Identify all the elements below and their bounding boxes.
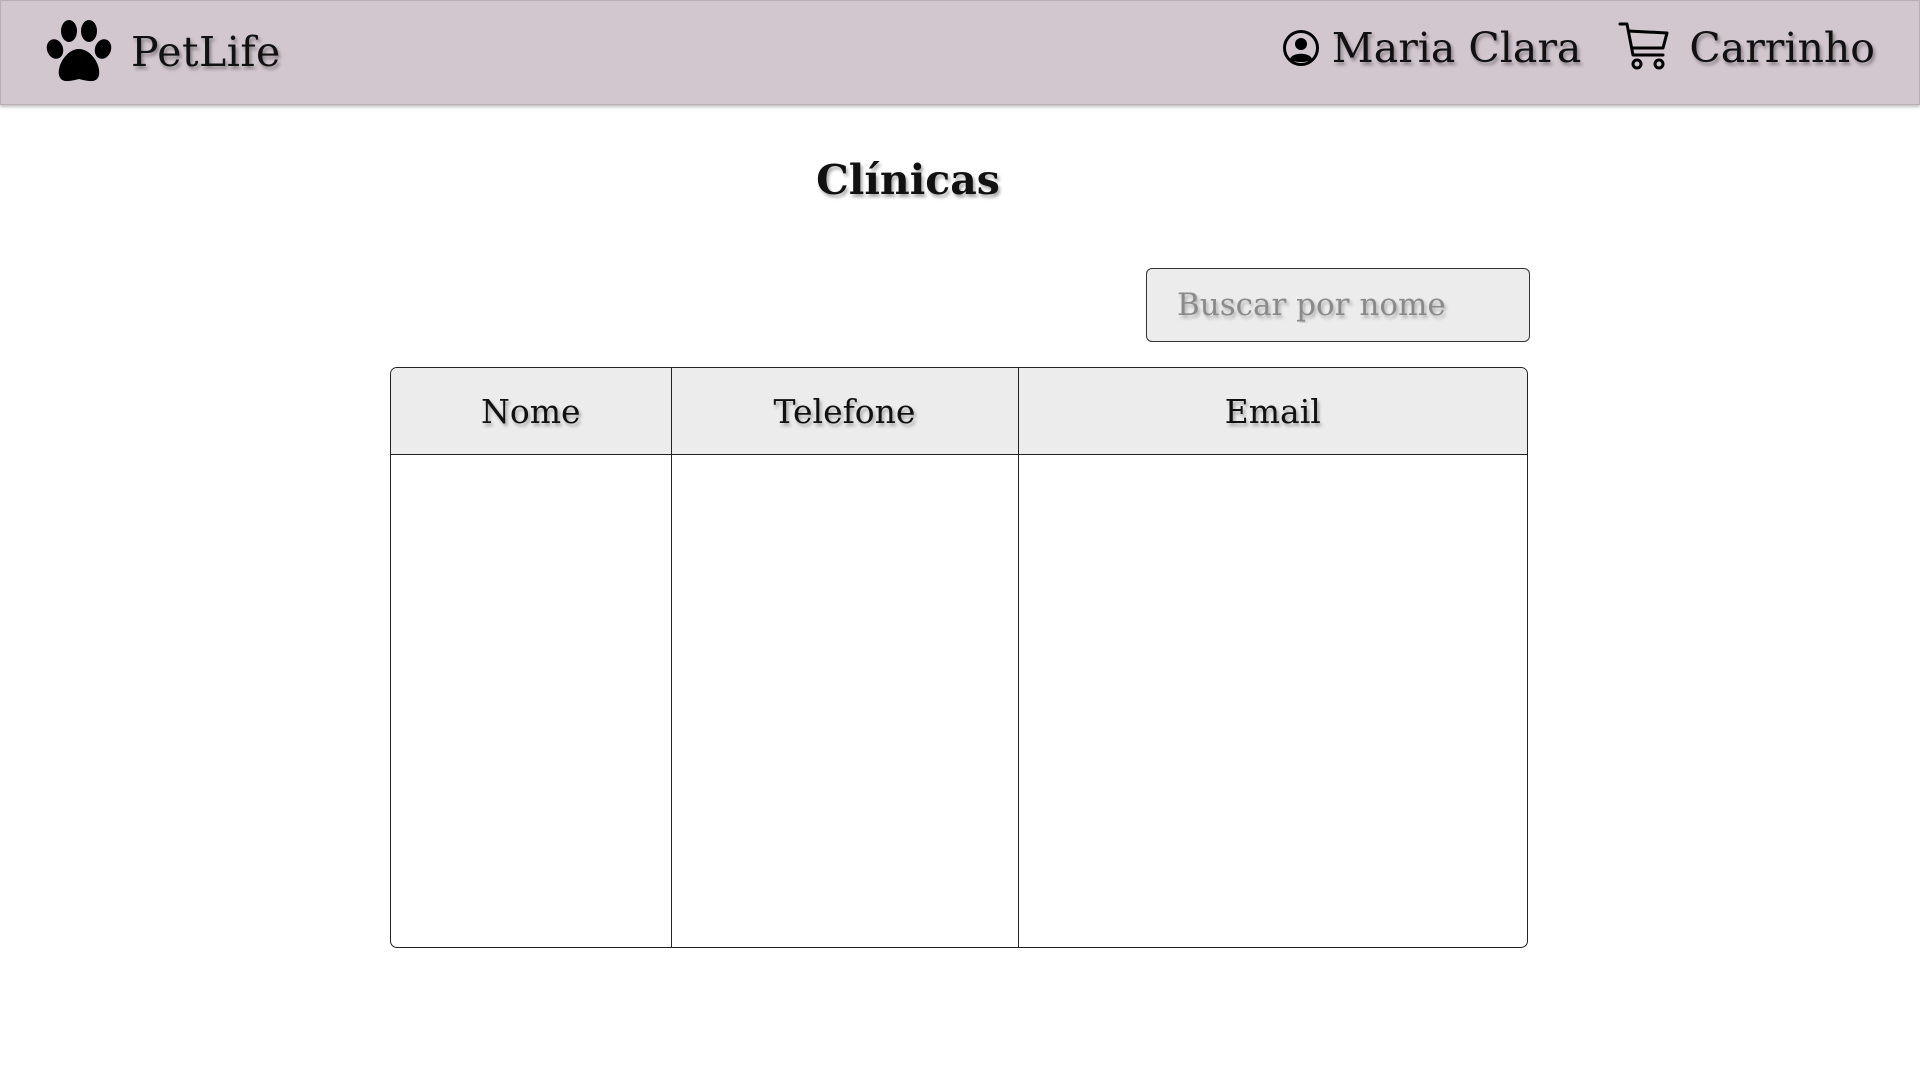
paw-icon [46,20,112,82]
table-empty-body [391,454,1527,948]
brand-logo-link[interactable]: PetLife [45,19,281,85]
user-profile-link[interactable]: Maria Clara [1282,24,1582,72]
user-nav: Maria Clara Carrinho [1282,22,1875,73]
cart-link[interactable]: Carrinho [1617,22,1875,73]
column-header-telefone: Telefone [671,368,1019,455]
clinics-table: Nome Telefone Email [390,367,1528,948]
top-navbar: PetLife Maria Clara Carrinho [0,0,1920,105]
user-circle-icon [1282,30,1319,66]
search-input[interactable] [1146,268,1530,342]
column-header-nome: Nome [391,368,672,455]
column-header-email: Email [1018,368,1527,455]
cart-label: Carrinho [1689,24,1875,72]
table-cell-empty [391,454,672,947]
page-title: Clínicas [816,156,1000,204]
user-name: Maria Clara [1331,24,1582,72]
cart-icon [1618,22,1669,70]
table-header-row: Nome Telefone Email [391,368,1527,455]
brand-name: PetLife [131,28,281,76]
table-cell-empty [671,454,1019,947]
table-cell-empty [1018,455,1527,948]
